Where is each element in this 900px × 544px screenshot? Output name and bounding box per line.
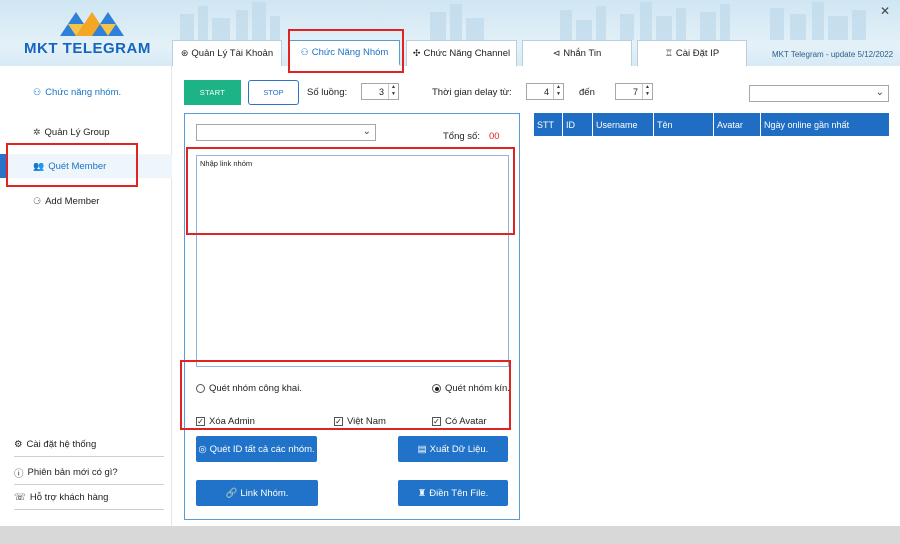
network-icon: ♖ bbox=[664, 48, 673, 58]
tab-channel-functions[interactable]: ✣ Chức Năng Channel bbox=[406, 40, 517, 66]
thread-count-stepper[interactable]: 3 ▲ ▼ bbox=[361, 83, 399, 100]
button-label: Link Nhóm. bbox=[240, 487, 289, 499]
column-header-last-online[interactable]: Ngày online gần nhất bbox=[761, 113, 889, 136]
tab-messaging[interactable]: ⊲ Nhắn Tin bbox=[522, 40, 632, 66]
scan-icon: ◎ bbox=[198, 443, 207, 455]
account-icon: ⊛ bbox=[180, 48, 189, 58]
sidebar-title: ⚇ Chức năng nhóm. bbox=[0, 80, 172, 104]
delay-to-label: đến bbox=[579, 87, 595, 98]
tab-ip-settings[interactable]: ♖ Cài Đặt IP bbox=[637, 40, 747, 66]
highlight-scan-options bbox=[180, 360, 511, 430]
sidebar-item-whats-new[interactable]: ⓘ Phiên bản mới có gì? bbox=[14, 461, 164, 485]
tab-label: Quản Lý Tài Khoản bbox=[191, 48, 274, 59]
send-icon: ⊲ bbox=[552, 48, 561, 58]
sidebar-item-support[interactable]: ☏ Hỗ trợ khách hàng bbox=[14, 486, 164, 510]
total-label: Tổng số: bbox=[443, 131, 480, 142]
delay-to-stepper[interactable]: 7 ▲ ▼ bbox=[615, 83, 653, 100]
gear-icon: ⚙ bbox=[14, 439, 23, 450]
stepper-arrows[interactable]: ▲ ▼ bbox=[553, 84, 563, 99]
sidebar-item-label: Cài đặt hệ thống bbox=[26, 439, 97, 450]
info-icon: ⓘ bbox=[14, 468, 24, 480]
group-select[interactable]: ⌄ bbox=[196, 124, 376, 141]
group-icon: ⚇ bbox=[33, 86, 42, 97]
channel-icon: ✣ bbox=[412, 48, 421, 58]
sidebar-item-label: Hỗ trợ khách hàng bbox=[29, 492, 109, 503]
add-user-icon: ⚆ bbox=[33, 195, 42, 206]
start-button[interactable]: START bbox=[184, 80, 241, 105]
up-arrow-icon[interactable]: ▲ bbox=[389, 84, 398, 91]
logo: MKT TELEGRAM bbox=[0, 0, 170, 66]
button-label: Quét ID tất cả các nhóm. bbox=[209, 443, 315, 455]
down-arrow-icon[interactable]: ▼ bbox=[643, 91, 652, 98]
total-value: 00 bbox=[489, 131, 500, 142]
group-manage-icon: ✲ bbox=[33, 126, 41, 137]
column-header-avatar[interactable]: Avatar bbox=[714, 113, 761, 136]
chevron-down-icon: ⌄ bbox=[875, 87, 884, 98]
tab-label: Cài Đặt IP bbox=[675, 48, 720, 59]
sidebar-item-system-settings[interactable]: ⚙ Cài đặt hệ thống bbox=[14, 433, 164, 457]
sidebar-item-label: Phiên bản mới có gì? bbox=[27, 467, 118, 478]
highlight-scan-member bbox=[6, 143, 138, 187]
tab-label: Nhắn Tin bbox=[563, 48, 602, 59]
up-arrow-icon[interactable]: ▲ bbox=[554, 84, 563, 91]
delay-from-value: 4 bbox=[543, 86, 549, 97]
group-link-button[interactable]: 🔗 Link Nhóm. bbox=[196, 480, 318, 506]
sidebar-item-add-member[interactable]: ⚆ Add Member bbox=[0, 189, 172, 213]
export-data-button[interactable]: ▤ Xuất Dữ Liệu. bbox=[398, 436, 508, 462]
sidebar-item-group-manager[interactable]: ✲ Quản Lý Group bbox=[0, 120, 172, 144]
column-header-stt[interactable]: STT bbox=[534, 113, 563, 136]
chevron-down-icon: ⌄ bbox=[362, 126, 371, 137]
account-select[interactable]: ⌄ bbox=[749, 85, 889, 102]
thread-count-label: Số luồng: bbox=[307, 87, 348, 98]
brand-name: MKT TELEGRAM bbox=[24, 40, 151, 57]
tab-account-manager[interactable]: ⊛ Quản Lý Tài Khoản bbox=[172, 40, 282, 66]
close-icon[interactable]: ✕ bbox=[880, 4, 890, 18]
up-arrow-icon[interactable]: ▲ bbox=[643, 84, 652, 91]
link-icon: 🔗 bbox=[225, 487, 238, 499]
sidebar: ⚇ Chức năng nhóm. ✲ Quản Lý Group 👥 Quét… bbox=[0, 66, 172, 526]
sidebar-item-label: Quản Lý Group bbox=[44, 126, 110, 138]
down-arrow-icon[interactable]: ▼ bbox=[554, 91, 563, 98]
scan-all-groups-button[interactable]: ◎ Quét ID tất cả các nhóm. bbox=[196, 436, 317, 462]
column-header-id[interactable]: ID bbox=[563, 113, 593, 136]
tab-label: Chức Năng Channel bbox=[423, 48, 511, 59]
file-name-button[interactable]: ♜ Điền Tên File. bbox=[398, 480, 508, 506]
stop-button[interactable]: STOP bbox=[248, 80, 299, 105]
column-header-username[interactable]: Username bbox=[593, 113, 654, 136]
update-text: MKT Telegram - update 5/12/2022 bbox=[772, 50, 894, 59]
stepper-arrows[interactable]: ▲ ▼ bbox=[388, 84, 398, 99]
export-icon: ▤ bbox=[417, 443, 427, 455]
button-label: Điền Tên File. bbox=[429, 487, 489, 499]
down-arrow-icon[interactable]: ▼ bbox=[389, 91, 398, 98]
file-icon: ♜ bbox=[417, 487, 427, 499]
sidebar-item-label: Add Member bbox=[45, 195, 100, 207]
delay-to-value: 7 bbox=[632, 86, 638, 97]
status-bar bbox=[0, 526, 900, 544]
button-label: Xuất Dữ Liệu. bbox=[429, 443, 489, 455]
app-window: MKT TELEGRAM ✕ MKT Telegram - update 5/1… bbox=[0, 0, 900, 544]
delay-from-stepper[interactable]: 4 ▲ ▼ bbox=[526, 83, 564, 100]
stepper-arrows[interactable]: ▲ ▼ bbox=[642, 84, 652, 99]
delay-label: Thời gian delay từ: bbox=[432, 87, 512, 98]
highlight-link-input bbox=[186, 147, 515, 235]
thread-count-value: 3 bbox=[378, 86, 384, 97]
support-icon: ☏ bbox=[14, 492, 26, 503]
sidebar-title-label: Chức năng nhóm. bbox=[45, 86, 122, 98]
highlight-active-tab bbox=[288, 29, 404, 73]
column-header-name[interactable]: Tên bbox=[654, 113, 714, 136]
header: MKT TELEGRAM ✕ MKT Telegram - update 5/1… bbox=[0, 0, 900, 66]
